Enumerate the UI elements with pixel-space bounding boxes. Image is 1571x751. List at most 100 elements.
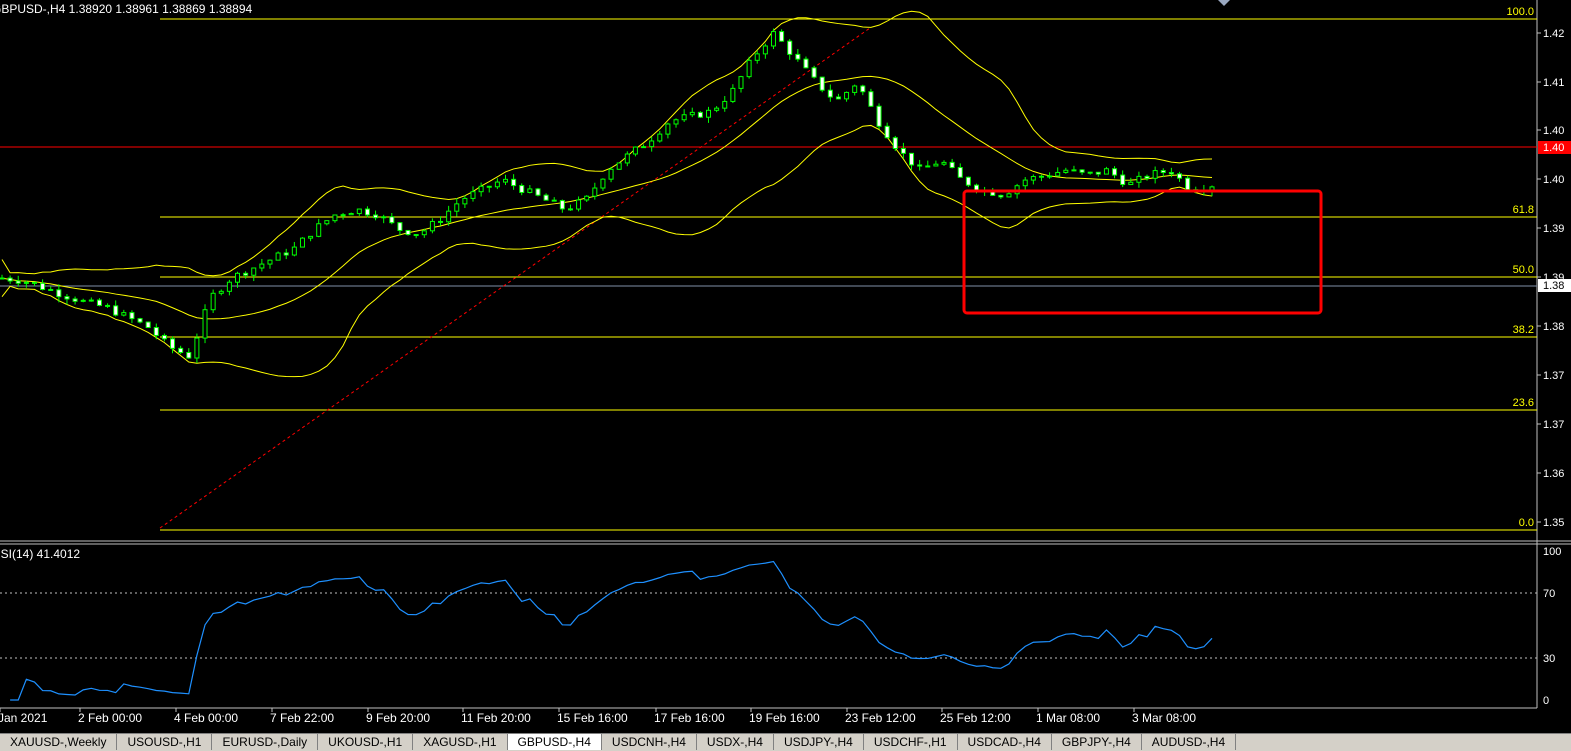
candle-up	[738, 76, 744, 89]
candle-down	[876, 105, 882, 127]
candle-up	[584, 195, 590, 201]
candle-down	[535, 188, 541, 196]
candle-down	[178, 347, 184, 354]
candle-up	[1136, 175, 1142, 183]
candle-down	[1177, 173, 1183, 179]
candle-down	[787, 40, 793, 55]
chart-tab[interactable]: USOUSD-,H1	[117, 734, 213, 750]
candle-down	[153, 327, 159, 336]
rsi-level-label: 30	[1543, 653, 1555, 665]
candle-down	[917, 164, 923, 167]
candle-down	[413, 234, 419, 237]
chart-tab[interactable]: USDX-,H4	[697, 734, 774, 750]
candle-up	[470, 191, 476, 199]
price-tick-label: 1.40	[1543, 174, 1564, 186]
chart-tab[interactable]: AUDUSD-,H4	[1142, 734, 1237, 750]
candle-down	[1079, 169, 1085, 173]
candle-down	[1087, 171, 1093, 174]
chart-tabs: XAUUSD-,Weekly USOUSD-,H1 EURUSD-,Daily UKO…	[0, 733, 1571, 751]
candle-up	[1063, 169, 1069, 173]
price-tick-label: 1.42	[1543, 28, 1564, 40]
candle-down	[779, 31, 785, 42]
candle-up	[226, 281, 232, 292]
candle-down	[373, 214, 379, 219]
candle-up	[722, 100, 728, 109]
candle-down	[949, 161, 955, 169]
candle-down	[283, 252, 289, 256]
price-axis[interactable]: 1.421.411.401.401.391.391.381.371.371.36…	[1537, 28, 1571, 529]
candle-down	[72, 298, 78, 302]
candle-down	[900, 148, 906, 154]
chart-tab[interactable]: USDCHF-,H1	[864, 734, 958, 750]
candle-up	[941, 161, 947, 165]
candle-down	[389, 216, 395, 224]
candle-down	[1168, 172, 1174, 175]
candle-down	[170, 338, 176, 349]
candle-up	[624, 153, 630, 164]
candle-down	[161, 334, 167, 340]
candle-up	[267, 259, 273, 265]
candle-down	[1120, 174, 1126, 186]
candle-up	[235, 272, 241, 283]
chart-tab[interactable]: GBPJPY-,H4	[1052, 734, 1142, 750]
candle-up	[454, 203, 460, 212]
candle-down	[15, 280, 21, 284]
candle-up	[1047, 175, 1053, 178]
candle-down	[1144, 175, 1150, 179]
chart-tab[interactable]: GBPUSD-,H4	[507, 734, 602, 750]
time-tick-label: 2 Feb 00:00	[78, 711, 142, 725]
candle-down	[364, 208, 370, 216]
time-tick-label: 9 Feb 20:00	[366, 711, 430, 725]
time-tick-label: 4 Feb 00:00	[174, 711, 238, 725]
candle-up	[478, 185, 484, 193]
price-tick-label: 1.38	[1543, 321, 1564, 333]
candle-up	[762, 45, 768, 55]
candle-down	[1160, 170, 1166, 174]
fib-level-label: 38.2	[1513, 324, 1534, 336]
candle-up	[770, 31, 776, 47]
candle-up	[657, 133, 663, 142]
candle-up	[641, 146, 647, 149]
time-tick-label: Jan 2021	[0, 711, 48, 725]
candle-up	[592, 187, 598, 197]
candle-up	[714, 107, 720, 111]
candle-down	[0, 277, 5, 280]
candle-down	[186, 352, 192, 359]
chart-tab[interactable]: USDJPY-,H4	[774, 734, 864, 750]
fib-level-label: 50.0	[1513, 264, 1534, 276]
candle-down	[884, 125, 890, 139]
chart-tab[interactable]: XAUUSD-,Weekly	[0, 734, 118, 750]
chart-tab[interactable]: EURUSD-,Daily	[212, 734, 319, 750]
candle-up	[202, 309, 208, 339]
candle-down	[519, 185, 525, 193]
chart-tab[interactable]: USDCNH-,H4	[602, 734, 697, 750]
candle-down	[860, 85, 866, 93]
candle-down	[551, 199, 557, 202]
candle-down	[137, 318, 143, 323]
chart-tab[interactable]: XAGUSD-,H1	[413, 734, 508, 750]
candle-down	[795, 53, 801, 60]
candle-up	[754, 53, 760, 61]
time-tick-label: 3 Mar 08:00	[1132, 711, 1196, 725]
candle-up	[681, 114, 687, 121]
chart-tab[interactable]: USDCAD-,H4	[958, 734, 1052, 750]
symbol-info: GBPUSD-,H4 1.38920 1.38961 1.38869 1.388…	[0, 2, 253, 16]
candle-up	[616, 162, 622, 170]
rsi-label: RSI(14) 41.4012	[0, 547, 80, 561]
candle-up	[299, 237, 305, 248]
candle-up	[1103, 168, 1109, 175]
candle-up	[1055, 171, 1061, 177]
time-tick-label: 19 Feb 16:00	[749, 711, 820, 725]
candle-up	[746, 59, 752, 78]
main-plot-area[interactable]	[0, 0, 1537, 540]
candle-down	[48, 288, 54, 291]
candle-up	[706, 109, 712, 118]
price-chart[interactable]: GBPUSD-,H4 1.38920 1.38961 1.38869 1.388…	[0, 0, 1571, 733]
price-tick-label: 1.36	[1543, 468, 1564, 480]
candle-down	[405, 229, 411, 236]
candle-up	[308, 235, 314, 239]
fib-level-label: 23.6	[1513, 397, 1534, 409]
chart-tab[interactable]: UKOUSD-,H1	[318, 734, 414, 750]
candle-up	[925, 165, 931, 168]
candle-up	[502, 178, 508, 183]
